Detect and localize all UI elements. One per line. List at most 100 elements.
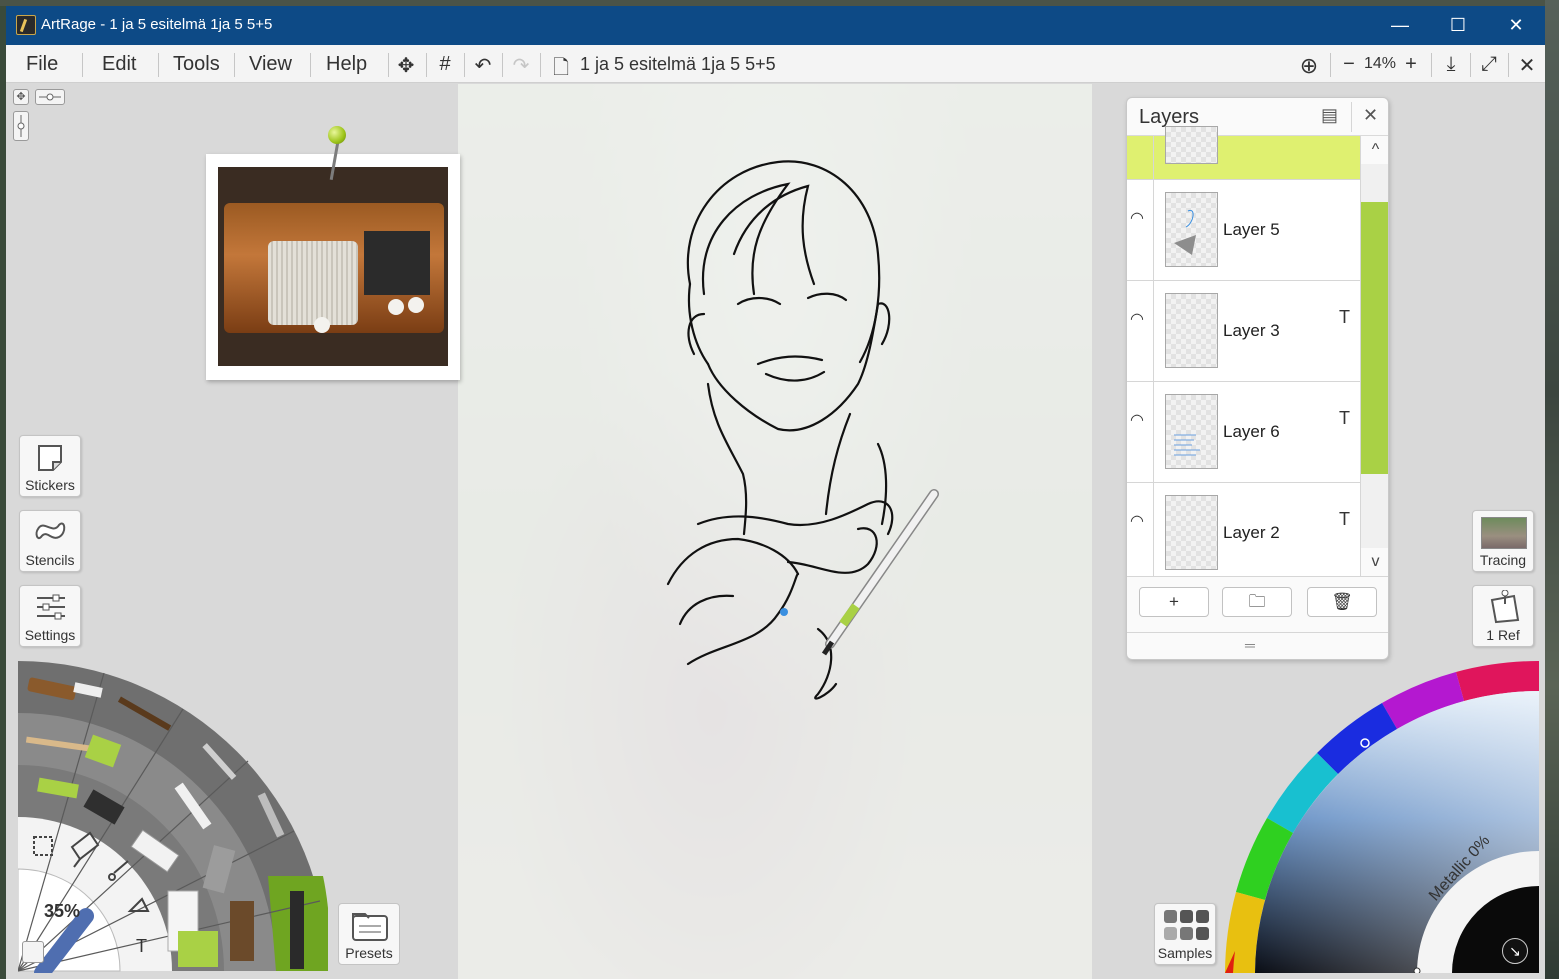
layers-panel-grip[interactable]: ═ xyxy=(1127,632,1388,659)
row-separator xyxy=(1153,281,1154,381)
undo-icon[interactable]: ↶ xyxy=(470,53,496,78)
menu-separator xyxy=(158,53,159,77)
pin-icon[interactable] xyxy=(328,126,346,144)
menu-separator xyxy=(1508,53,1509,77)
text-layer-flag: T xyxy=(1339,509,1350,529)
row-separator xyxy=(1153,382,1154,482)
menu-separator xyxy=(464,53,465,77)
menu-separator xyxy=(82,53,83,77)
menu-separator xyxy=(502,53,503,77)
painting-canvas[interactable] xyxy=(458,84,1092,979)
toggle-panels-icon[interactable]: ✥ xyxy=(13,89,29,105)
stickers-button[interactable]: Stickers xyxy=(19,435,81,497)
scroll-up-icon[interactable]: ^ xyxy=(1361,136,1388,164)
move-icon[interactable]: ✥ xyxy=(393,53,419,78)
menu-separator xyxy=(234,53,235,77)
layer-thumbnail xyxy=(1165,495,1218,570)
menu-view[interactable]: View xyxy=(249,53,292,76)
resize-wheel-icon[interactable] xyxy=(22,941,44,963)
settings-button[interactable]: Settings xyxy=(19,585,81,647)
visibility-eye-icon[interactable]: ◠ xyxy=(1130,309,1150,329)
settings-label: Settings xyxy=(24,627,76,643)
layer-name: Layer 5 xyxy=(1223,220,1280,239)
layer-thumbnail xyxy=(1165,394,1218,469)
layers-menu-icon[interactable]: ▤ xyxy=(1321,105,1338,126)
layer-row[interactable]: ◠ Layer 2 T xyxy=(1127,483,1360,584)
presets-button[interactable]: Presets xyxy=(338,903,400,965)
visibility-eye-icon[interactable]: ◠ xyxy=(1130,511,1150,531)
menu-separator xyxy=(388,53,389,77)
scroll-thumb[interactable] xyxy=(1361,202,1388,474)
visibility-eye-icon[interactable]: ◠ xyxy=(1130,410,1150,430)
menu-separator xyxy=(1431,53,1432,77)
color-picker[interactable] xyxy=(1225,661,1539,973)
layer-row-selected[interactable] xyxy=(1127,126,1360,180)
layers-scrollbar[interactable]: ^ v xyxy=(1360,136,1388,576)
samples-button[interactable]: Samples xyxy=(1154,903,1216,965)
vertical-slider-icon[interactable] xyxy=(13,111,29,141)
presets-label: Presets xyxy=(345,945,393,961)
layer-row[interactable]: ◠ Layer 6 T xyxy=(1127,382,1360,483)
stickers-label: Stickers xyxy=(25,477,75,493)
delete-layer-button[interactable]: 🗑 xyxy=(1307,587,1377,617)
layer-group-folder-button[interactable]: 🗀 xyxy=(1222,587,1292,617)
grip-icon: ═ xyxy=(1245,637,1255,653)
menu-separator xyxy=(1470,53,1471,77)
close-canvas-icon[interactable]: ✕ xyxy=(1514,53,1540,78)
artrage-app-icon xyxy=(16,15,36,35)
zoom-in-button[interactable]: + xyxy=(1398,53,1424,76)
radio-knob xyxy=(388,299,404,315)
layers-panel: Layers ▤ ✕ ◠ Layer 5 ◠ Layer 3 T ◠ Layer… xyxy=(1126,97,1389,660)
reference-image-card[interactable] xyxy=(206,154,460,380)
radio-grille xyxy=(268,241,358,325)
stencils-button[interactable]: Stencils xyxy=(19,510,81,572)
maximize-button[interactable]: ☐ xyxy=(1429,6,1487,45)
layer-actions-bar: + 🗀 🗑 xyxy=(1127,576,1388,632)
visibility-eye-icon[interactable]: ◠ xyxy=(1130,208,1150,228)
pen-tool-cursor xyxy=(780,489,939,656)
layers-close-icon[interactable]: ✕ xyxy=(1363,105,1378,126)
desktop-strip-right xyxy=(1545,0,1559,979)
text-tool[interactable]: T xyxy=(136,936,147,957)
zoom-out-button[interactable]: − xyxy=(1336,53,1362,76)
redo-icon[interactable]: ↷ xyxy=(508,53,534,78)
resize-picker-icon[interactable]: ↘ xyxy=(1502,938,1528,964)
horizontal-slider-icon[interactable] xyxy=(35,89,65,105)
menu-separator xyxy=(426,53,427,77)
layer-row[interactable]: ◠ Layer 5 xyxy=(1127,180,1360,281)
close-window-button[interactable]: ✕ xyxy=(1487,6,1545,45)
tracing-button[interactable]: Tracing xyxy=(1472,510,1534,572)
layer-row[interactable]: ◠ Layer 3 T xyxy=(1127,281,1360,382)
document-icon: 🗋 xyxy=(552,57,570,79)
radio-knob xyxy=(408,297,424,313)
grid-icon[interactable]: # xyxy=(432,53,458,76)
download-icon[interactable]: ⤓ xyxy=(1438,53,1464,76)
layer-name: Layer 2 xyxy=(1223,523,1280,542)
brush-size-value[interactable]: 35% xyxy=(44,901,80,922)
radio-knob xyxy=(314,317,330,333)
references-label: 1 Ref xyxy=(1486,627,1520,643)
add-layer-button[interactable]: + xyxy=(1139,587,1209,617)
menu-separator xyxy=(1330,53,1331,77)
add-reference-icon[interactable]: ⊕ xyxy=(1296,53,1322,79)
stencil-icon xyxy=(35,522,66,539)
minimize-button[interactable]: — xyxy=(1371,6,1429,45)
menu-edit[interactable]: Edit xyxy=(102,53,136,76)
menu-help[interactable]: Help xyxy=(326,53,367,76)
menu-tools[interactable]: Tools xyxy=(173,53,220,76)
metallic-handle[interactable] xyxy=(1413,967,1421,973)
color-samples-icon xyxy=(1164,910,1209,940)
layer-thumbnail xyxy=(1165,293,1218,368)
menu-file[interactable]: File xyxy=(26,53,58,76)
layer-name: Layer 6 xyxy=(1223,422,1280,441)
expand-icon[interactable]: ⤢ xyxy=(1476,53,1502,76)
tool-wheel[interactable] xyxy=(18,661,328,973)
zoom-level: 14% xyxy=(1364,55,1397,72)
scroll-down-icon[interactable]: v xyxy=(1361,548,1388,576)
layer-thumbnail xyxy=(1165,126,1218,164)
tracing-label: Tracing xyxy=(1479,552,1527,568)
row-separator xyxy=(1153,180,1154,280)
radio-dial xyxy=(364,231,430,295)
references-button[interactable]: 1 Ref xyxy=(1472,585,1534,647)
row-separator xyxy=(1153,483,1154,583)
